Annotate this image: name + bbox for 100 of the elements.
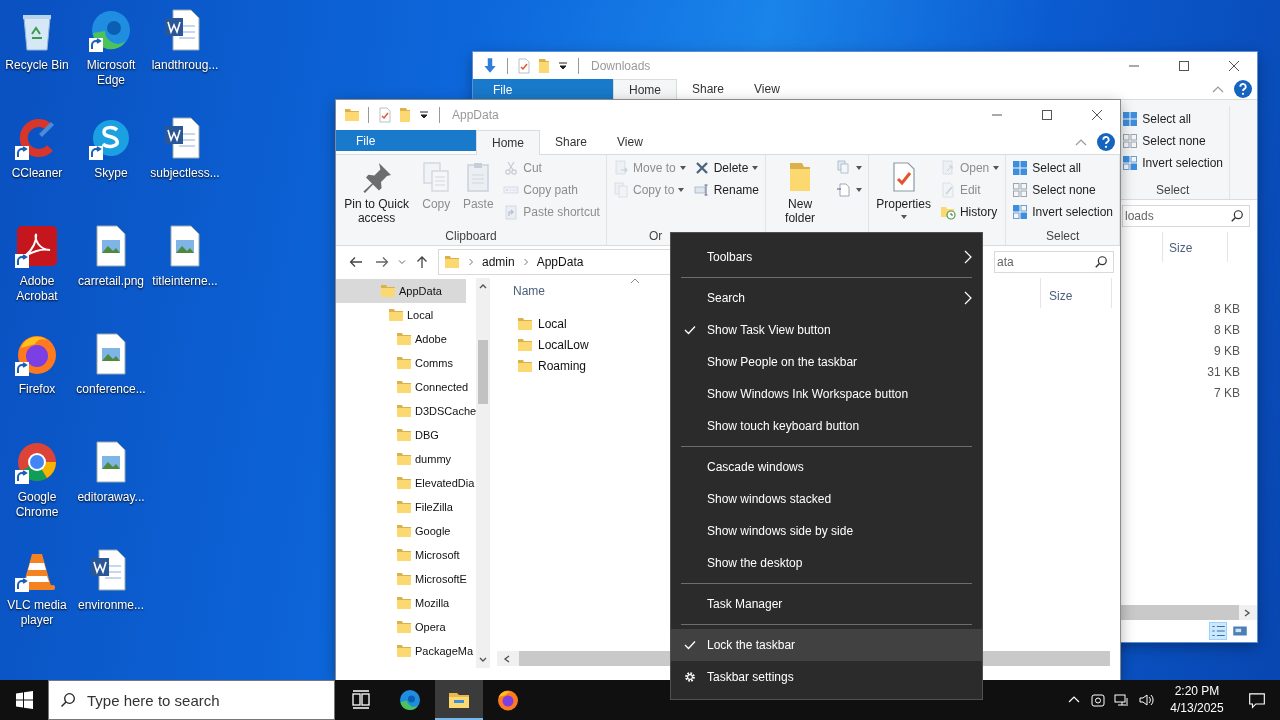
desktop-shortcut[interactable]: Microsoft Edge [74,6,148,110]
ribbon-button[interactable]: Invert selection [1010,201,1115,223]
ribbon-button[interactable]: Select none [1010,179,1115,201]
tree-item[interactable]: Opera [336,615,476,639]
desktop-shortcut[interactable]: Adobe Acrobat [0,222,74,326]
ribbon-tab[interactable]: View [739,79,795,99]
folder-item[interactable]: Local [497,313,637,334]
ribbon-button[interactable]: Select all [1010,157,1115,179]
ribbon-tab[interactable]: Share [540,130,603,154]
ribbon-button[interactable]: Delete [691,157,761,179]
desktop-shortcut[interactable]: environme... [74,546,148,650]
clock[interactable]: 2:20 PM 4/13/2025 [1158,683,1236,717]
vertical-scrollbar[interactable] [476,278,490,668]
camera-icon[interactable] [1090,692,1106,708]
network-icon[interactable] [1114,692,1130,708]
desktop-shortcut[interactable]: CCleaner [0,114,74,218]
menu-item[interactable]: Cascade windows [671,451,982,483]
folder-icon [396,499,412,515]
desktop-shortcut[interactable]: landthroug... [148,6,222,110]
menu-item[interactable]: Show windows side by side [671,515,982,547]
desktop-shortcut[interactable]: Google Chrome [0,438,74,542]
desktop-shortcut[interactable]: titleinterne... [148,222,222,326]
tree-item[interactable]: D3DSCache [336,399,476,423]
breadcrumb[interactable]: AppData [536,255,584,269]
file-size: 8 KB [1214,322,1240,339]
column-header[interactable]: Size [1040,278,1112,308]
menu-item[interactable]: Show touch keyboard button [671,410,982,442]
help-icon[interactable] [1097,133,1115,151]
desktop-shortcut[interactable]: Firefox [0,330,74,434]
tree-item[interactable]: Connected [336,375,476,399]
ribbon-button[interactable]: History [937,201,1002,223]
desktop-shortcut[interactable]: conference... [74,330,148,434]
ribbon-button[interactable]: Pin to Quick access [340,157,414,225]
tree-item[interactable]: DBG [336,423,476,447]
customize-toolbar-icon[interactable] [420,111,428,119]
tree-item[interactable]: MicrosoftE [336,567,476,591]
help-icon[interactable] [1234,80,1252,98]
tree-item[interactable]: Google [336,519,476,543]
column-header[interactable]: Size [1162,232,1228,262]
tree-item[interactable]: Adobe [336,327,476,351]
tree-item[interactable]: FileZilla [336,495,476,519]
menu-item[interactable]: Taskbar settings [671,661,982,693]
tree-item[interactable]: ElevatedDia [336,471,476,495]
ribbon-tab[interactable]: Home [613,79,677,100]
menu-item[interactable]: Show People on the taskbar [671,346,982,378]
folder-item[interactable]: Roaming [497,355,637,376]
folder-item[interactable]: LocalLow [497,334,637,355]
caret-icon [679,166,686,170]
checkmark-icon [684,324,696,336]
open-icon [939,160,956,176]
ribbon-button[interactable]: Select all [1120,108,1225,130]
ribbon-tab[interactable]: View [602,130,658,154]
tree-item[interactable]: Local [336,303,476,327]
menu-item[interactable]: Show Windows Ink Workspace button [671,378,982,410]
file-tab[interactable]: File [336,130,476,151]
collapse-ribbon-icon[interactable] [1075,138,1087,146]
ribbon-button[interactable]: New folder [770,157,831,225]
scrollbar-thumb[interactable] [478,340,488,404]
tree-item[interactable]: dummy [336,447,476,471]
ribbon-tab[interactable]: Share [677,79,740,99]
chevron-right-icon [522,258,529,266]
folder-icon [388,307,404,323]
desktop-shortcut[interactable]: carretail.png [74,222,148,326]
history-icon [939,204,956,220]
collapse-ribbon-icon[interactable] [1212,85,1224,93]
tree-item[interactable]: Comms [336,351,476,375]
folder-icon [517,357,533,374]
breadcrumb[interactable]: admin [482,255,515,269]
ribbon-button[interactable]: Invert selection [1120,152,1225,174]
file-size: 8 KB [1214,301,1240,318]
settings-icon [684,671,696,683]
search-field[interactable]: Type here to search [48,680,335,720]
menu-item[interactable]: Lock the taskbar [671,629,982,661]
ribbon-button[interactable]: Select none [1120,130,1225,152]
menu-item[interactable]: Show windows stacked [671,483,982,515]
ribbon-button[interactable]: Rename [691,179,761,201]
customize-toolbar-icon[interactable] [559,61,567,70]
menu-item[interactable]: Search [671,282,982,314]
volume-icon[interactable] [1138,692,1154,708]
menu-item[interactable]: Task Manager [671,588,982,620]
notifications-icon[interactable] [1248,691,1266,709]
tree-item[interactable]: AppData [336,279,466,303]
tree-item[interactable]: Mozilla [336,591,476,615]
file-explorer-button[interactable] [435,680,483,720]
menu-item[interactable]: Toolbars [671,241,982,273]
desktop-shortcut[interactable]: subjectless... [148,114,222,218]
ribbon-button[interactable]: Properties [873,157,934,219]
desktop-shortcut[interactable]: editoraway... [74,438,148,542]
details-view-button[interactable] [1209,622,1227,640]
tree-item[interactable]: Microsoft [336,543,476,567]
desktop-shortcut[interactable]: Skype [74,114,148,218]
tree-item[interactable]: PackageMa [336,639,476,663]
desktop-shortcut[interactable]: Recycle Bin [0,6,74,110]
menu-item[interactable]: Show Task View button [671,314,982,346]
menu-item[interactable]: Show the desktop [671,547,982,579]
delete-icon [693,160,710,176]
desktop-shortcut[interactable]: VLC media player [0,546,74,650]
ribbon-tab[interactable]: Home [476,130,540,155]
file-tab[interactable]: File [473,79,613,100]
caret-icon [678,188,685,192]
